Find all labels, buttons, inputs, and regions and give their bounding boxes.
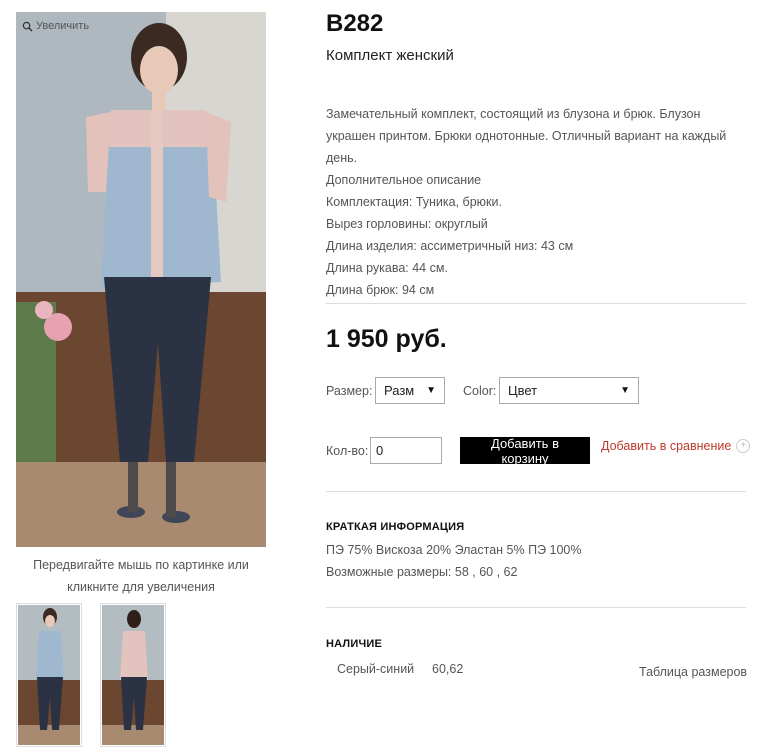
color-select-value: Цвет	[508, 383, 538, 398]
divider	[326, 303, 746, 304]
zoom-hint-text: Увеличить	[36, 20, 90, 32]
description-trousers: Длина брюк: 94 см	[326, 283, 435, 297]
color-label: Color:	[463, 384, 497, 398]
add-to-compare-label: Добавить в сравнение	[601, 439, 732, 453]
divider	[326, 607, 746, 608]
add-to-cart-button[interactable]: Добавить в корзину	[460, 436, 590, 466]
dropdown-arrow-icon: ▼	[426, 385, 436, 396]
size-select[interactable]: Разм ▼	[375, 377, 445, 404]
add-to-compare-link[interactable]: Добавить в сравнение +	[601, 439, 751, 453]
description-main: Замечательный комплект, состоящий из блу…	[326, 107, 727, 165]
divider	[326, 491, 746, 492]
product-description: Замечательный комплект, состоящий из блу…	[326, 103, 746, 301]
quantity-label: Кол-во:	[326, 444, 369, 458]
availability-color: Серый-синий	[337, 662, 415, 676]
product-main-image[interactable]: Увеличить	[16, 12, 266, 547]
description-extra-heading: Дополнительное описание	[326, 173, 482, 187]
product-price: 1 950 руб.	[326, 325, 447, 353]
availability-sizes: 60,62	[432, 662, 464, 676]
short-info-title: КРАТКАЯ ИНФОРМАЦИЯ	[326, 521, 465, 533]
magnifier-icon	[22, 21, 33, 32]
description-set: Комплектация: Туника, брюки.	[326, 195, 502, 209]
size-select-value: Разм	[384, 383, 415, 398]
color-select[interactable]: Цвет ▼	[499, 377, 639, 404]
available-sizes-text: Возможные размеры: 58 , 60 , 62	[326, 565, 518, 579]
dropdown-arrow-icon: ▼	[620, 385, 630, 396]
availability-title: НАЛИЧИЕ	[326, 638, 383, 650]
zoom-hint: Увеличить	[22, 20, 89, 32]
thumbnail-front[interactable]	[16, 603, 82, 747]
quantity-input[interactable]	[370, 437, 442, 464]
gallery-caption: Передвигайте мышь по картинке или кликни…	[33, 558, 249, 594]
thumbnail-front-image	[18, 605, 80, 745]
description-length: Длина изделия: ассиметричный низ: 43 см	[326, 239, 574, 253]
product-subtitle: Комплект женский	[326, 47, 454, 64]
size-table-link[interactable]: Таблица размеров	[639, 665, 747, 679]
plus-circle-icon: +	[736, 439, 751, 453]
size-label: Размер:	[326, 384, 373, 398]
product-title: B282	[326, 10, 384, 37]
product-photo	[16, 12, 266, 547]
thumbnail-back-image	[102, 605, 164, 745]
description-sleeve: Длина рукава: 44 см.	[326, 261, 448, 275]
thumbnail-back[interactable]	[100, 603, 166, 747]
description-neckline: Вырез горловины: округлый	[326, 217, 488, 231]
composition-text: ПЭ 75% Вискоза 20% Эластан 5% ПЭ 100%	[326, 543, 582, 557]
